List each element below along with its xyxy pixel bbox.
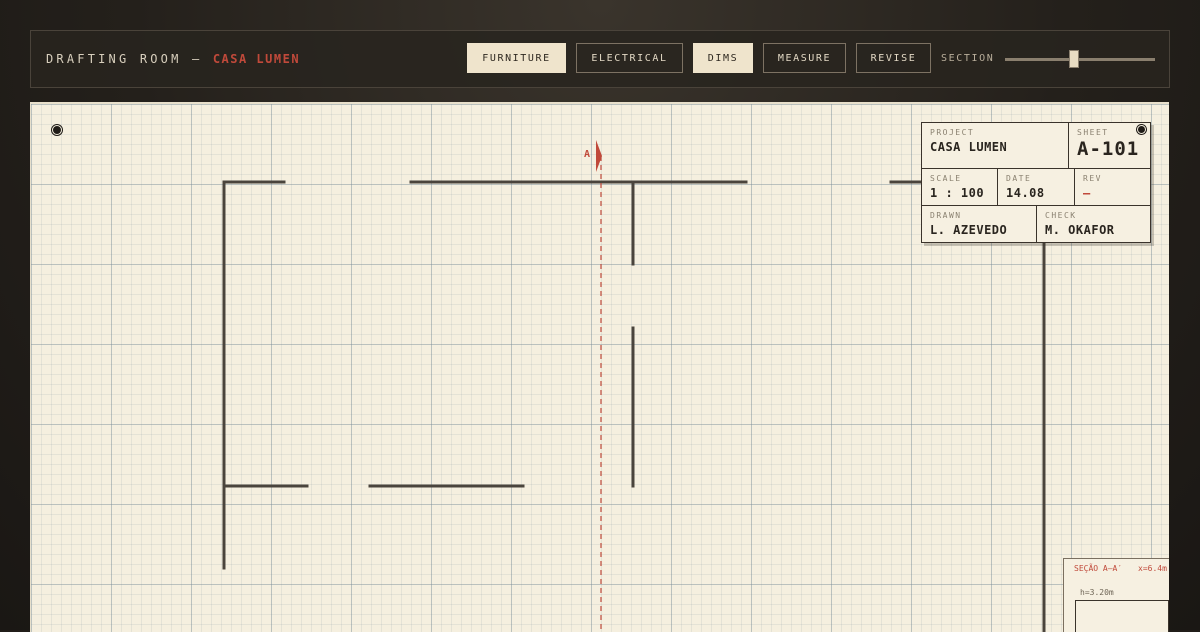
drawn-value: L. AZEVEDO <box>930 223 1008 237</box>
check-value: M. OKAFOR <box>1045 223 1115 237</box>
rev-cell: REV — <box>1075 169 1152 206</box>
section-slider-track[interactable] <box>1005 58 1155 61</box>
check-cell: CHECK M. OKAFOR <box>1037 206 1152 243</box>
electrical-toggle-button[interactable]: ELECTRICAL <box>576 43 683 73</box>
date-label: DATE <box>1006 174 1032 183</box>
measure-button[interactable]: MEASURE <box>763 43 846 73</box>
project-name: CASA LUMEN <box>212 52 301 66</box>
scale-cell: SCALE 1 : 100 <box>922 169 998 206</box>
rev-value: — <box>1083 186 1091 200</box>
sheet-value: A-101 <box>1077 138 1140 160</box>
pin-icon <box>1138 126 1145 133</box>
section-profile <box>1075 600 1169 632</box>
divider <box>922 168 1150 169</box>
project-value: CASA LUMEN <box>930 140 1008 154</box>
date-value: 14.08 <box>1006 186 1045 200</box>
furniture-toggle-button[interactable]: FURNITURE <box>467 43 566 73</box>
revise-button[interactable]: REVISE <box>856 43 931 73</box>
title-block: PROJECT CASA LUMEN SHEET A-101 SCALE 1 :… <box>921 122 1151 243</box>
project-label: PROJECT <box>930 128 975 137</box>
section-slider-thumb[interactable] <box>1069 50 1079 68</box>
drawing-sheet[interactable]: A PROJECT CASA LUMEN SHEET A-101 SCALE 1… <box>30 102 1169 632</box>
section-cut-label: A <box>584 149 591 160</box>
section-position-readout: x=6.4m <box>1138 564 1167 573</box>
check-label: CHECK <box>1045 211 1077 220</box>
rev-label: REV <box>1083 174 1102 183</box>
drawn-label: DRAWN <box>930 211 962 220</box>
section-slider-label: SECTION <box>941 53 995 64</box>
divider <box>1036 206 1037 243</box>
divider <box>1074 169 1075 206</box>
pin-icon <box>53 126 61 134</box>
drawn-cell: DRAWN L. AZEVEDO <box>922 206 1037 243</box>
project-cell: PROJECT CASA LUMEN <box>922 123 1069 169</box>
section-view-panel[interactable]: SEÇÃO A–A′ x=6.4m h=3.20m <box>1063 558 1169 632</box>
toolbar: DRAFTING ROOM — CASA LUMEN FURNITURE ELE… <box>30 30 1170 88</box>
app-title-text: DRAFTING ROOM — <box>46 52 203 66</box>
section-view-title: SEÇÃO A–A′ <box>1074 564 1123 573</box>
app-title: DRAFTING ROOM — CASA LUMEN <box>46 52 300 66</box>
divider <box>997 169 998 206</box>
dims-toggle-button[interactable]: DIMS <box>693 43 753 73</box>
sheet-label: SHEET <box>1077 128 1109 137</box>
scale-value: 1 : 100 <box>930 186 985 200</box>
divider <box>1068 123 1069 169</box>
date-cell: DATE 14.08 <box>998 169 1075 206</box>
section-height-readout: h=3.20m <box>1080 588 1114 597</box>
scale-label: SCALE <box>930 174 962 183</box>
